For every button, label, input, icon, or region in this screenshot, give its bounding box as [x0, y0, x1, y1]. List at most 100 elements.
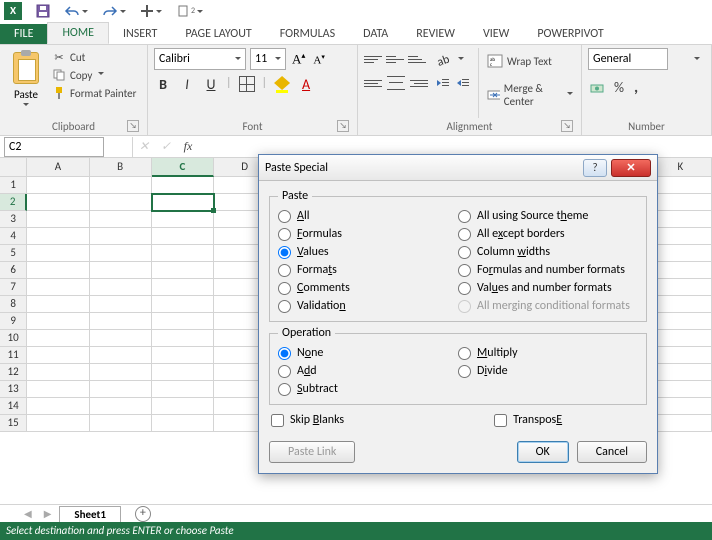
cell[interactable] — [27, 398, 89, 415]
cell[interactable] — [27, 245, 89, 262]
cell[interactable] — [650, 211, 712, 228]
cell[interactable] — [152, 245, 214, 262]
cell[interactable] — [152, 398, 214, 415]
cancel-button[interactable]: Cancel — [577, 441, 647, 463]
row-header[interactable]: 6 — [0, 262, 27, 279]
dialog-titlebar[interactable]: Paste Special ? ✕ — [259, 155, 657, 181]
paste-option[interactable]: Validation — [278, 299, 458, 313]
cell[interactable] — [152, 381, 214, 398]
new-sheet-button[interactable]: + — [135, 506, 151, 522]
sheet-nav-next[interactable]: ▶ — [40, 507, 56, 520]
align-center[interactable] — [386, 74, 406, 92]
cell[interactable] — [90, 415, 152, 432]
cell[interactable] — [152, 313, 214, 330]
cell[interactable] — [90, 398, 152, 415]
cell[interactable] — [90, 279, 152, 296]
cell[interactable] — [90, 177, 152, 194]
decrease-indent-button[interactable] — [434, 74, 452, 92]
paste-option[interactable]: Values and number formats — [458, 281, 638, 295]
print-preview-icon[interactable]: 2 — [176, 4, 203, 18]
cell[interactable] — [152, 415, 214, 432]
cell[interactable] — [27, 330, 89, 347]
cell[interactable] — [152, 228, 214, 245]
paste-link-button[interactable]: Paste Link — [269, 441, 355, 463]
cell[interactable] — [650, 228, 712, 245]
row-header[interactable]: 13 — [0, 381, 27, 398]
cell[interactable] — [650, 245, 712, 262]
align-middle[interactable] — [386, 50, 406, 68]
paste-button[interactable]: Paste — [6, 48, 46, 118]
select-all-corner[interactable] — [0, 158, 27, 177]
font-color-button[interactable]: A — [297, 76, 315, 96]
align-top[interactable] — [364, 50, 384, 68]
close-button[interactable]: ✕ — [611, 159, 651, 177]
cell[interactable] — [27, 211, 89, 228]
orientation-button[interactable]: ab — [434, 50, 472, 70]
paste-option[interactable]: Formulas and number formats — [458, 263, 638, 277]
comma-button[interactable]: , — [632, 76, 640, 99]
cell[interactable] — [90, 228, 152, 245]
cell[interactable] — [152, 279, 214, 296]
cell[interactable] — [90, 381, 152, 398]
cell[interactable] — [152, 347, 214, 364]
cell[interactable] — [27, 364, 89, 381]
fill-color-button[interactable] — [273, 76, 291, 96]
row-header[interactable]: 14 — [0, 398, 27, 415]
row-header[interactable]: 12 — [0, 364, 27, 381]
row-header[interactable]: 7 — [0, 279, 27, 296]
tab-review[interactable]: REVIEW — [402, 24, 469, 44]
column-header[interactable]: K — [650, 158, 712, 177]
cell[interactable] — [152, 296, 214, 313]
op-option[interactable]: Add — [278, 364, 458, 378]
cell[interactable] — [152, 330, 214, 347]
increase-indent-button[interactable] — [454, 74, 472, 92]
cell[interactable] — [27, 194, 89, 211]
column-header[interactable]: C — [152, 158, 214, 177]
cell[interactable] — [650, 313, 712, 330]
cell[interactable] — [650, 279, 712, 296]
tab-data[interactable]: DATA — [349, 24, 402, 44]
font-launcher[interactable]: ↘ — [337, 120, 349, 132]
paste-option[interactable]: All using Source theme — [458, 209, 638, 223]
row-header[interactable]: 5 — [0, 245, 27, 262]
cell[interactable] — [650, 347, 712, 364]
percent-button[interactable]: % — [612, 76, 626, 99]
op-option[interactable]: Divide — [458, 364, 638, 378]
number-format-combo[interactable] — [588, 48, 668, 70]
cell[interactable] — [152, 177, 214, 194]
cell[interactable] — [650, 177, 712, 194]
cell[interactable] — [650, 398, 712, 415]
cell[interactable] — [27, 415, 89, 432]
row-header[interactable]: 11 — [0, 347, 27, 364]
row-header[interactable]: 15 — [0, 415, 27, 432]
cell[interactable] — [152, 262, 214, 279]
cell[interactable] — [27, 228, 89, 245]
wrap-text-button[interactable]: abcWrap Text — [485, 52, 575, 70]
align-bottom[interactable] — [408, 50, 428, 68]
cell[interactable] — [650, 415, 712, 432]
accounting-format-button[interactable] — [588, 76, 606, 99]
undo-icon[interactable] — [64, 5, 88, 17]
font-name-combo[interactable] — [154, 48, 246, 70]
row-header[interactable]: 2 — [0, 194, 27, 211]
paste-option[interactable]: All — [278, 209, 458, 223]
enter-fx-icon[interactable]: ✓ — [155, 139, 177, 154]
cut-button[interactable]: ✂Cut — [50, 48, 138, 66]
row-header[interactable]: 4 — [0, 228, 27, 245]
font-size-combo[interactable] — [250, 48, 286, 70]
name-box[interactable] — [4, 137, 104, 157]
op-option[interactable]: Subtract — [278, 382, 458, 396]
cell[interactable] — [27, 262, 89, 279]
touch-mode-icon[interactable] — [140, 4, 162, 18]
cell[interactable] — [90, 211, 152, 228]
sheet-nav-prev[interactable]: ◀ — [20, 507, 36, 520]
tab-file[interactable]: FILE — [0, 24, 47, 44]
tab-powerpivot[interactable]: POWERPIVOT — [523, 24, 617, 44]
column-header[interactable]: B — [90, 158, 152, 177]
row-header[interactable]: 9 — [0, 313, 27, 330]
cell[interactable] — [650, 330, 712, 347]
op-option[interactable]: Multiply — [458, 346, 638, 360]
alignment-launcher[interactable]: ↘ — [561, 120, 573, 132]
tab-home[interactable]: HOME — [47, 22, 109, 44]
ok-button[interactable]: OK — [517, 441, 569, 463]
